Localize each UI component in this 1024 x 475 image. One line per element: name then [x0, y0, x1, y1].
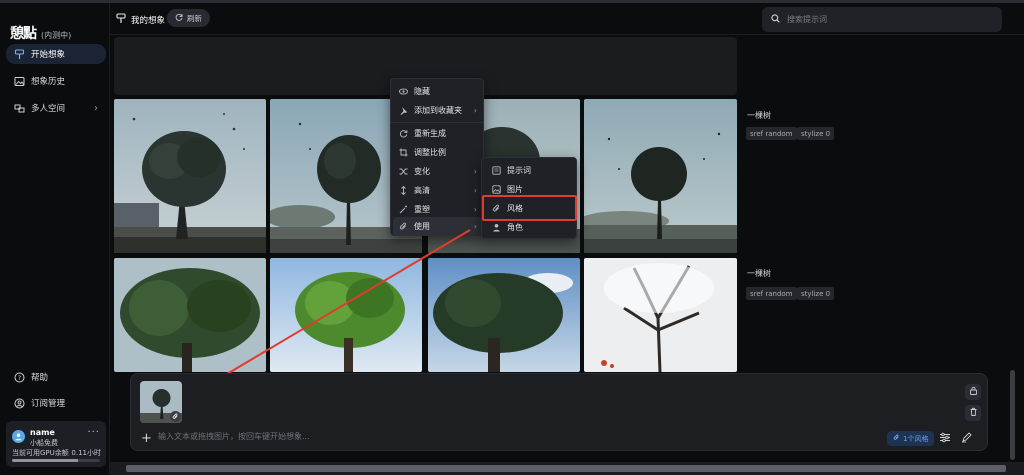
clip-icon: [893, 434, 900, 443]
add-attachment-button[interactable]: +: [141, 431, 152, 446]
horizontal-scrollbar[interactable]: [110, 462, 1024, 475]
pen-icon: [961, 431, 972, 446]
trash-icon: [969, 407, 978, 419]
vertical-scrollbar[interactable]: [1010, 370, 1015, 460]
clip-icon: [170, 411, 181, 422]
style-count-label: 1个风格: [903, 434, 929, 443]
scrollbar-thumb[interactable]: [126, 465, 1006, 472]
edit-button[interactable]: [960, 431, 973, 446]
style-count-button[interactable]: 1个风格: [887, 431, 935, 446]
lock-button[interactable]: [965, 384, 981, 400]
sliders-icon: [939, 432, 951, 446]
lock-icon: [969, 386, 978, 398]
clear-button[interactable]: [965, 405, 981, 421]
prompt-bar: + 1个风格: [130, 373, 988, 451]
settings-sliders-button[interactable]: [938, 432, 951, 445]
style-reference-thumbnail[interactable]: [140, 381, 182, 423]
prompt-input[interactable]: [158, 432, 658, 441]
